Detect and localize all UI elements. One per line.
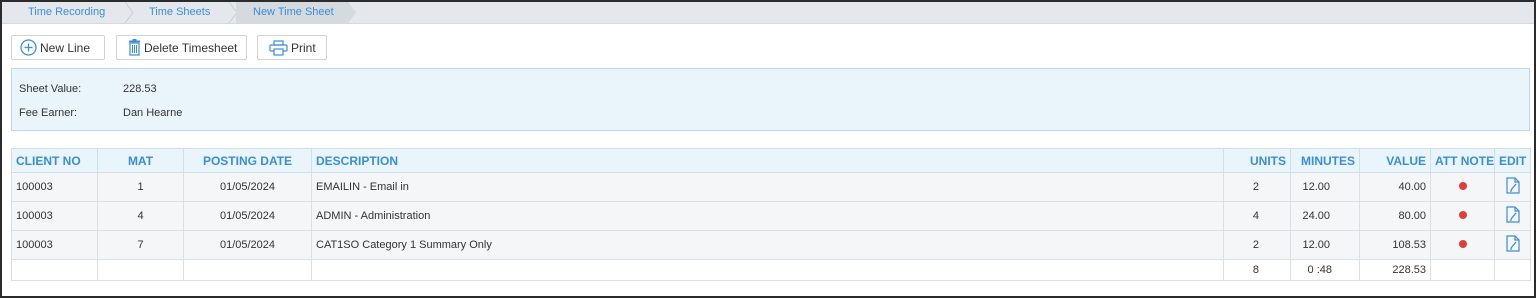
fee-earner-label: Fee Earner: xyxy=(19,107,78,119)
cell-minutes: 12.00 xyxy=(1290,172,1360,202)
print-label: Print xyxy=(291,40,316,55)
cell-minutes: 12.00 xyxy=(1290,230,1360,260)
total-empty-cell xyxy=(97,259,184,281)
breadcrumb: Time Recording Time Sheets New Time Shee… xyxy=(2,2,1534,24)
header-posting-date[interactable]: POSTING DATE xyxy=(183,148,312,173)
cell-mat: 7 xyxy=(97,230,184,260)
att-note-indicator-icon[interactable] xyxy=(1458,211,1467,219)
cell-value: 40.00 xyxy=(1359,172,1431,202)
cell-edit xyxy=(1494,201,1531,231)
breadcrumb-time-recording[interactable]: Time Recording xyxy=(28,2,105,23)
cell-value: 80.00 xyxy=(1359,201,1431,231)
header-minutes[interactable]: MINUTES xyxy=(1290,148,1360,173)
edit-document-icon[interactable] xyxy=(1505,177,1520,197)
breadcrumb-arrow-icon xyxy=(348,2,356,23)
total-empty-cell xyxy=(311,259,1224,281)
header-value[interactable]: VALUE xyxy=(1359,148,1431,173)
cell-units: 4 xyxy=(1223,201,1291,231)
table-row[interactable]: 100003 4 01/05/2024 ADMIN - Administrati… xyxy=(11,201,1531,231)
header-description[interactable]: DESCRIPTION xyxy=(311,148,1224,173)
cell-description: CAT1SO Category 1 Summary Only xyxy=(311,230,1224,260)
cell-posting-date: 01/05/2024 xyxy=(183,172,312,202)
cell-client-no: 100003 xyxy=(11,172,98,202)
header-edit[interactable]: EDIT xyxy=(1494,148,1531,173)
cell-edit xyxy=(1494,172,1531,202)
att-note-indicator-icon[interactable] xyxy=(1458,240,1467,248)
breadcrumb-chevron-icon xyxy=(124,2,134,23)
timesheet-table: CLIENT NO MAT POSTING DATE DESCRIPTION U… xyxy=(11,148,1531,281)
edit-document-icon[interactable] xyxy=(1505,235,1520,255)
new-line-label: New Line xyxy=(40,40,91,55)
cell-units: 2 xyxy=(1223,230,1291,260)
delete-timesheet-button[interactable]: Delete Timesheet xyxy=(116,35,247,60)
table-header-row: CLIENT NO MAT POSTING DATE DESCRIPTION U… xyxy=(11,148,1531,173)
fee-earner-value: Dan Hearne xyxy=(123,107,183,119)
total-value: 228.53 xyxy=(1359,259,1431,281)
cell-description: EMAILIN - Email in xyxy=(311,172,1224,202)
edit-document-icon[interactable] xyxy=(1505,206,1520,226)
cell-minutes: 24.00 xyxy=(1290,201,1360,231)
cell-posting-date: 01/05/2024 xyxy=(183,201,312,231)
totals-row: 8 0 :48 228.53 xyxy=(11,259,1531,281)
cell-value: 108.53 xyxy=(1359,230,1431,260)
cell-units: 2 xyxy=(1223,172,1291,202)
total-units: 8 xyxy=(1223,259,1291,281)
cell-att-note xyxy=(1430,230,1495,260)
total-minutes: 0 :48 xyxy=(1290,259,1360,281)
cell-client-no: 100003 xyxy=(11,230,98,260)
att-note-indicator-icon[interactable] xyxy=(1458,182,1467,190)
delete-timesheet-label: Delete Timesheet xyxy=(144,40,238,55)
header-att-note[interactable]: ATT NOTE xyxy=(1430,148,1495,173)
breadcrumb-time-sheets[interactable]: Time Sheets xyxy=(149,2,210,23)
sheet-info-panel: Sheet Value: 228.53 Fee Earner: Dan Hear… xyxy=(11,68,1530,131)
cell-mat: 1 xyxy=(97,172,184,202)
table-row[interactable]: 100003 7 01/05/2024 CAT1SO Category 1 Su… xyxy=(11,230,1531,260)
total-empty-cell xyxy=(183,259,312,281)
header-units[interactable]: UNITS xyxy=(1223,148,1291,173)
cell-client-no: 100003 xyxy=(11,201,98,231)
plus-circle-icon xyxy=(20,39,37,56)
cell-posting-date: 01/05/2024 xyxy=(183,230,312,260)
printer-icon xyxy=(269,39,288,56)
cell-description: ADMIN - Administration xyxy=(311,201,1224,231)
sheet-value: 228.53 xyxy=(123,83,157,95)
header-client-no[interactable]: CLIENT NO xyxy=(11,148,98,173)
total-empty-cell xyxy=(1494,259,1531,281)
new-line-button[interactable]: New Line xyxy=(11,35,105,60)
breadcrumb-new-time-sheet[interactable]: New Time Sheet xyxy=(253,2,334,23)
cell-att-note xyxy=(1430,172,1495,202)
cell-mat: 4 xyxy=(97,201,184,231)
print-button[interactable]: Print xyxy=(257,35,327,60)
total-empty-cell xyxy=(11,259,98,281)
cell-edit xyxy=(1494,230,1531,260)
total-empty-cell xyxy=(1430,259,1495,281)
sheet-value-label: Sheet Value: xyxy=(19,83,82,95)
trash-icon xyxy=(128,39,141,56)
table-row[interactable]: 100003 1 01/05/2024 EMAILIN - Email in 2… xyxy=(11,172,1531,202)
cell-att-note xyxy=(1430,201,1495,231)
header-mat[interactable]: MAT xyxy=(97,148,184,173)
